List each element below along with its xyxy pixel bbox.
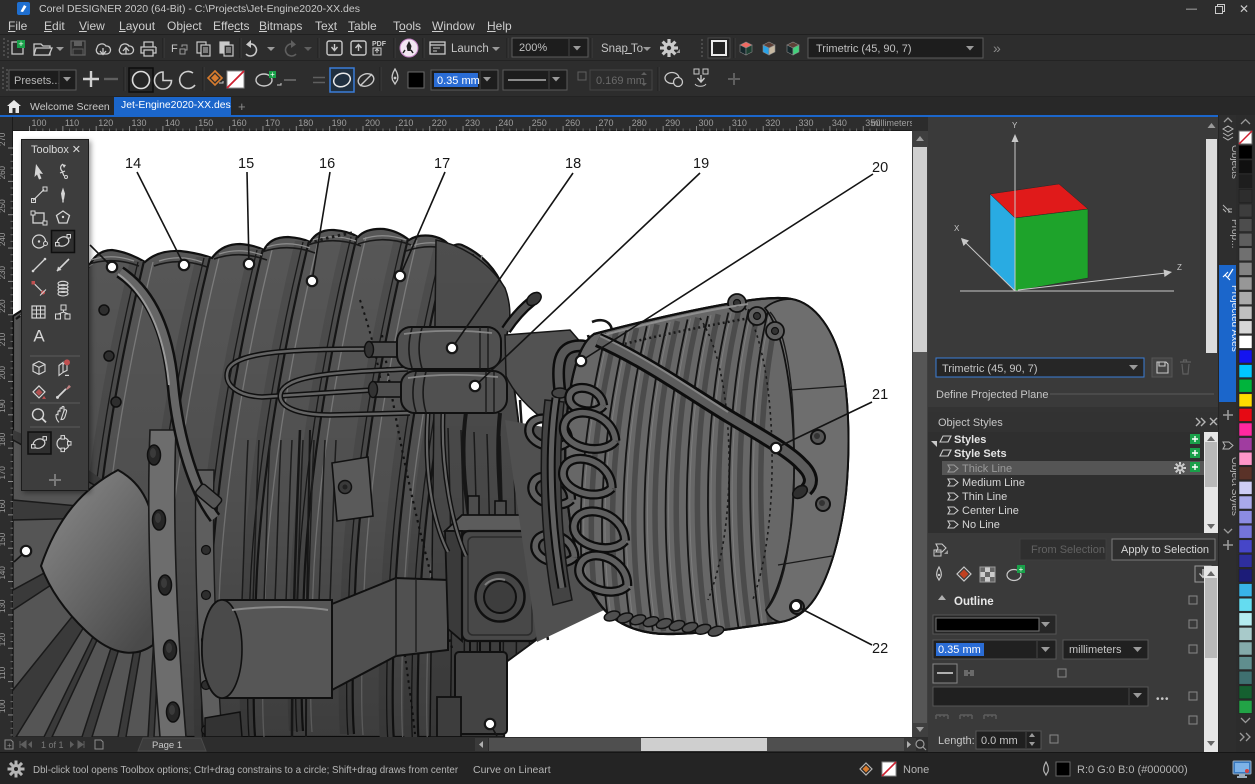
svg-text:•••: •••: [1156, 694, 1170, 705]
svg-text:millimeters: millimeters: [1069, 644, 1122, 656]
svg-text:Z: Z: [1177, 263, 1182, 272]
svg-text:Trimetric (45, 90, 7): Trimetric (45, 90, 7): [816, 43, 912, 55]
svg-text:0.169 mm: 0.169 mm: [596, 75, 645, 87]
svg-text:210: 210: [0, 332, 7, 346]
svg-text:»: »: [993, 40, 1001, 56]
svg-text:240: 240: [498, 118, 513, 128]
svg-text:120: 120: [0, 632, 7, 646]
svg-text:19: 19: [693, 156, 709, 172]
svg-text:180: 180: [0, 432, 7, 446]
svg-text:Apply to Selection: Apply to Selection: [1121, 544, 1209, 556]
svg-text:320: 320: [765, 118, 780, 128]
svg-text:18: 18: [565, 156, 581, 172]
svg-text:None: None: [903, 764, 929, 776]
svg-text:330: 330: [799, 118, 814, 128]
svg-text:200: 200: [365, 118, 380, 128]
svg-text:22: 22: [872, 641, 888, 657]
svg-text:Medium Line: Medium Line: [962, 477, 1025, 489]
svg-text:15: 15: [238, 156, 254, 172]
svg-text:270: 270: [0, 132, 7, 146]
svg-text:Y: Y: [1012, 121, 1018, 130]
svg-text:210: 210: [398, 118, 413, 128]
svg-text:220: 220: [0, 299, 7, 313]
svg-text:260: 260: [565, 118, 580, 128]
svg-text:260: 260: [0, 165, 7, 179]
svg-text:millimeters: millimeters: [871, 118, 912, 128]
svg-text:Length:: Length:: [938, 735, 975, 747]
svg-text:280: 280: [632, 118, 647, 128]
svg-text:190: 190: [0, 399, 7, 413]
svg-text:140: 140: [165, 118, 180, 128]
svg-text:270: 270: [598, 118, 613, 128]
svg-text:F: F: [171, 43, 178, 55]
svg-text:Thin Line: Thin Line: [962, 491, 1007, 503]
svg-text:1 of 1: 1 of 1: [41, 740, 64, 750]
svg-text:150: 150: [0, 532, 7, 546]
svg-text:170: 170: [0, 466, 7, 480]
svg-text:PDF: PDF: [372, 41, 387, 48]
svg-text:+: +: [18, 39, 23, 49]
svg-text:R:0 G:0 B:0 (#000000): R:0 G:0 B:0 (#000000): [1077, 764, 1188, 776]
svg-text:Snap To: Snap To: [601, 43, 643, 55]
svg-text:240: 240: [0, 232, 7, 246]
svg-text:Object Styles: Object Styles: [938, 417, 1003, 429]
svg-text:130: 130: [132, 118, 147, 128]
svg-text:14: 14: [125, 156, 141, 172]
svg-text:160: 160: [232, 118, 247, 128]
svg-text:200%: 200%: [519, 42, 547, 54]
svg-text:Define Projected Plane: Define Projected Plane: [936, 389, 1049, 401]
svg-text:16: 16: [319, 156, 335, 172]
svg-text:21: 21: [872, 387, 888, 403]
svg-text:310: 310: [732, 118, 747, 128]
svg-text:340: 340: [832, 118, 847, 128]
svg-text:150: 150: [198, 118, 213, 128]
svg-text:190: 190: [332, 118, 347, 128]
svg-text:140: 140: [0, 566, 7, 580]
svg-text:A: A: [33, 327, 45, 346]
svg-text:200: 200: [0, 366, 7, 380]
svg-text:250: 250: [0, 199, 7, 213]
svg-text:100: 100: [32, 118, 47, 128]
svg-text:Dbl-click tool opens Toolbox o: Dbl-click tool opens Toolbox options; Ct…: [33, 765, 459, 776]
svg-text:Page 1: Page 1: [152, 740, 182, 751]
svg-text:110: 110: [0, 666, 7, 679]
svg-text:+: +: [7, 741, 12, 750]
svg-text:+: +: [270, 70, 275, 79]
svg-text:Styles: Styles: [954, 434, 986, 446]
svg-text:Trimetric (45, 90, 7): Trimetric (45, 90, 7): [942, 363, 1038, 375]
svg-text:130: 130: [0, 599, 7, 613]
svg-text:20: 20: [872, 160, 888, 176]
svg-text:0.35 mm: 0.35 mm: [938, 644, 981, 656]
svg-text:300: 300: [699, 118, 714, 128]
svg-text:Thick Line: Thick Line: [962, 463, 1012, 475]
svg-text:Curve on Lineart: Curve on Lineart: [473, 764, 551, 776]
svg-text:110: 110: [65, 118, 79, 128]
svg-text:Launch: Launch: [451, 43, 489, 55]
svg-text:Center Line: Center Line: [962, 505, 1019, 517]
svg-text:250: 250: [532, 118, 547, 128]
svg-text:No Line: No Line: [962, 519, 1000, 531]
svg-text:Style Sets: Style Sets: [954, 448, 1007, 460]
svg-text:From Selection: From Selection: [1031, 544, 1105, 556]
svg-text:Outline: Outline: [954, 596, 994, 608]
svg-text:100: 100: [0, 699, 7, 713]
svg-text:Presets...: Presets...: [14, 75, 60, 87]
svg-text:120: 120: [98, 118, 113, 128]
svg-text:0.35 mm: 0.35 mm: [437, 75, 480, 87]
svg-text:+: +: [1019, 565, 1024, 574]
svg-text:17: 17: [434, 156, 450, 172]
svg-text:230: 230: [0, 266, 7, 280]
svg-text:230: 230: [465, 118, 480, 128]
svg-text:170: 170: [265, 118, 280, 128]
svg-text:220: 220: [432, 118, 447, 128]
svg-text:160: 160: [0, 499, 7, 513]
svg-text:180: 180: [298, 118, 313, 128]
svg-text:290: 290: [665, 118, 680, 128]
svg-text:0.0 mm: 0.0 mm: [981, 735, 1018, 747]
svg-text:X: X: [954, 224, 960, 233]
